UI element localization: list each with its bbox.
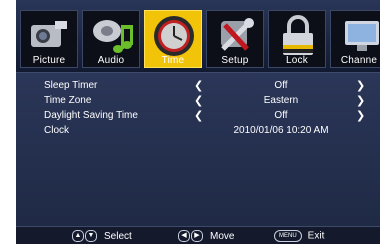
- setting-row-sleep-timer[interactable]: Sleep Timer ❮ Off ❯: [16, 79, 380, 94]
- chevron-left-icon[interactable]: ❮: [194, 79, 203, 92]
- setting-label: Sleep Timer: [44, 80, 98, 91]
- category-tab-bar: Picture Audio Time Setup Lock Channe: [16, 0, 380, 73]
- setting-value: Off: [274, 110, 288, 121]
- hint-label: Move: [210, 230, 235, 242]
- right-arrow-icon: ▶: [191, 230, 203, 242]
- setting-row-time-zone[interactable]: Time Zone ❮ Eastern ❯: [16, 94, 380, 109]
- chevron-right-icon[interactable]: ❯: [356, 94, 365, 107]
- setting-label: Time Zone: [44, 95, 92, 106]
- tab-picture[interactable]: Picture: [20, 10, 78, 68]
- up-arrow-icon: ▲: [72, 230, 84, 242]
- tab-label: Lock: [286, 55, 308, 66]
- tab-time[interactable]: Time: [144, 10, 202, 68]
- chevron-left-icon[interactable]: ❮: [194, 109, 203, 122]
- key-hint-bar: ▲ ▼ Select ◀ ▶ Move MENU Exit: [16, 226, 380, 244]
- tab-audio[interactable]: Audio: [82, 10, 140, 68]
- tab-label: Channe: [340, 55, 378, 66]
- tab-channel[interactable]: Channe: [330, 10, 380, 68]
- hint-move: ◀ ▶ Move: [178, 230, 234, 242]
- setting-row-clock[interactable]: Clock 2010/01/06 10:20 AM: [16, 124, 380, 139]
- menu-key-icon: MENU: [274, 230, 302, 242]
- setting-value: Eastern: [263, 95, 299, 106]
- setting-row-daylight-saving[interactable]: Daylight Saving Time ❮ Off ❯: [16, 109, 380, 124]
- tab-label: Setup: [221, 55, 249, 66]
- hint-select: ▲ ▼ Select: [72, 230, 132, 242]
- hint-exit: MENU Exit: [274, 230, 324, 242]
- hint-label: Select: [104, 230, 132, 242]
- chevron-left-icon[interactable]: ❮: [194, 94, 203, 107]
- setting-value: Off: [274, 80, 288, 91]
- tab-lock[interactable]: Lock: [268, 10, 326, 68]
- tab-setup[interactable]: Setup: [206, 10, 264, 68]
- chevron-right-icon[interactable]: ❯: [356, 79, 365, 92]
- left-arrow-icon: ◀: [178, 230, 190, 242]
- setting-label: Clock: [44, 125, 70, 136]
- down-arrow-icon: ▼: [85, 230, 97, 242]
- hint-label: Exit: [307, 230, 325, 242]
- tab-label: Time: [161, 55, 185, 66]
- setting-label: Daylight Saving Time: [44, 110, 138, 121]
- time-settings-menu: Sleep Timer ❮ Off ❯ Time Zone ❮ Eastern …: [16, 73, 380, 225]
- chevron-right-icon[interactable]: ❯: [356, 109, 365, 122]
- tab-label: Picture: [32, 55, 66, 66]
- setting-value: 2010/01/06 10:20 AM: [233, 125, 329, 136]
- tv-osd-menu: Picture Audio Time Setup Lock Channe Sle…: [16, 0, 380, 244]
- tab-label: Audio: [97, 55, 125, 66]
